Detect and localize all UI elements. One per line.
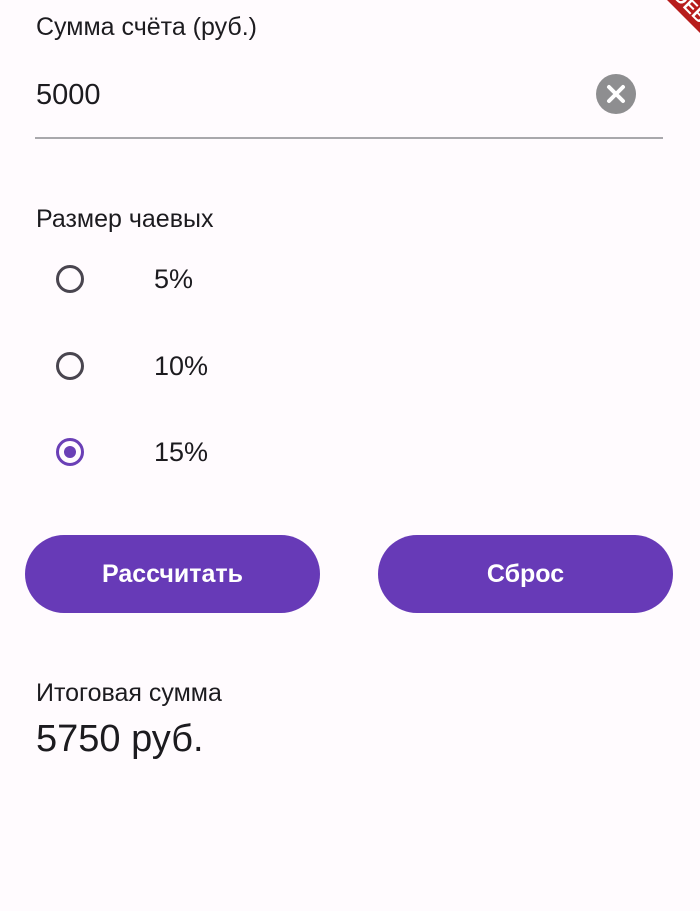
radio-button-selected[interactable] [56,438,84,466]
radio-button[interactable] [56,352,84,380]
bill-amount-label: Сумма счёта (руб.) [36,13,257,41]
tip-calculator-screen: Сумма счёта (руб.) 5000 Размер чаевых 5%… [0,0,700,911]
tip-option-15[interactable]: 15% [36,425,336,485]
tip-option-5[interactable]: 5% [36,252,336,312]
tip-option-label: 10% [154,351,209,381]
radio-selected-dot [63,445,76,458]
reset-button[interactable]: Сброс [378,535,673,613]
bill-amount-input[interactable]: 5000 [36,76,101,114]
tip-option-10[interactable]: 10% [36,339,336,399]
tip-option-label: 15% [154,437,209,467]
tip-size-label: Размер чаевых [36,205,214,233]
total-amount-value: 5750 руб. [36,718,204,760]
tip-option-label: 5% [154,264,194,294]
radio-button[interactable] [56,265,84,293]
calculate-button[interactable]: Рассчитать [25,535,320,613]
debug-banner: DEBUG [634,0,700,82]
total-amount-label: Итоговая сумма [36,679,222,707]
clear-icon[interactable] [596,74,636,114]
bill-input-underline [35,137,663,139]
